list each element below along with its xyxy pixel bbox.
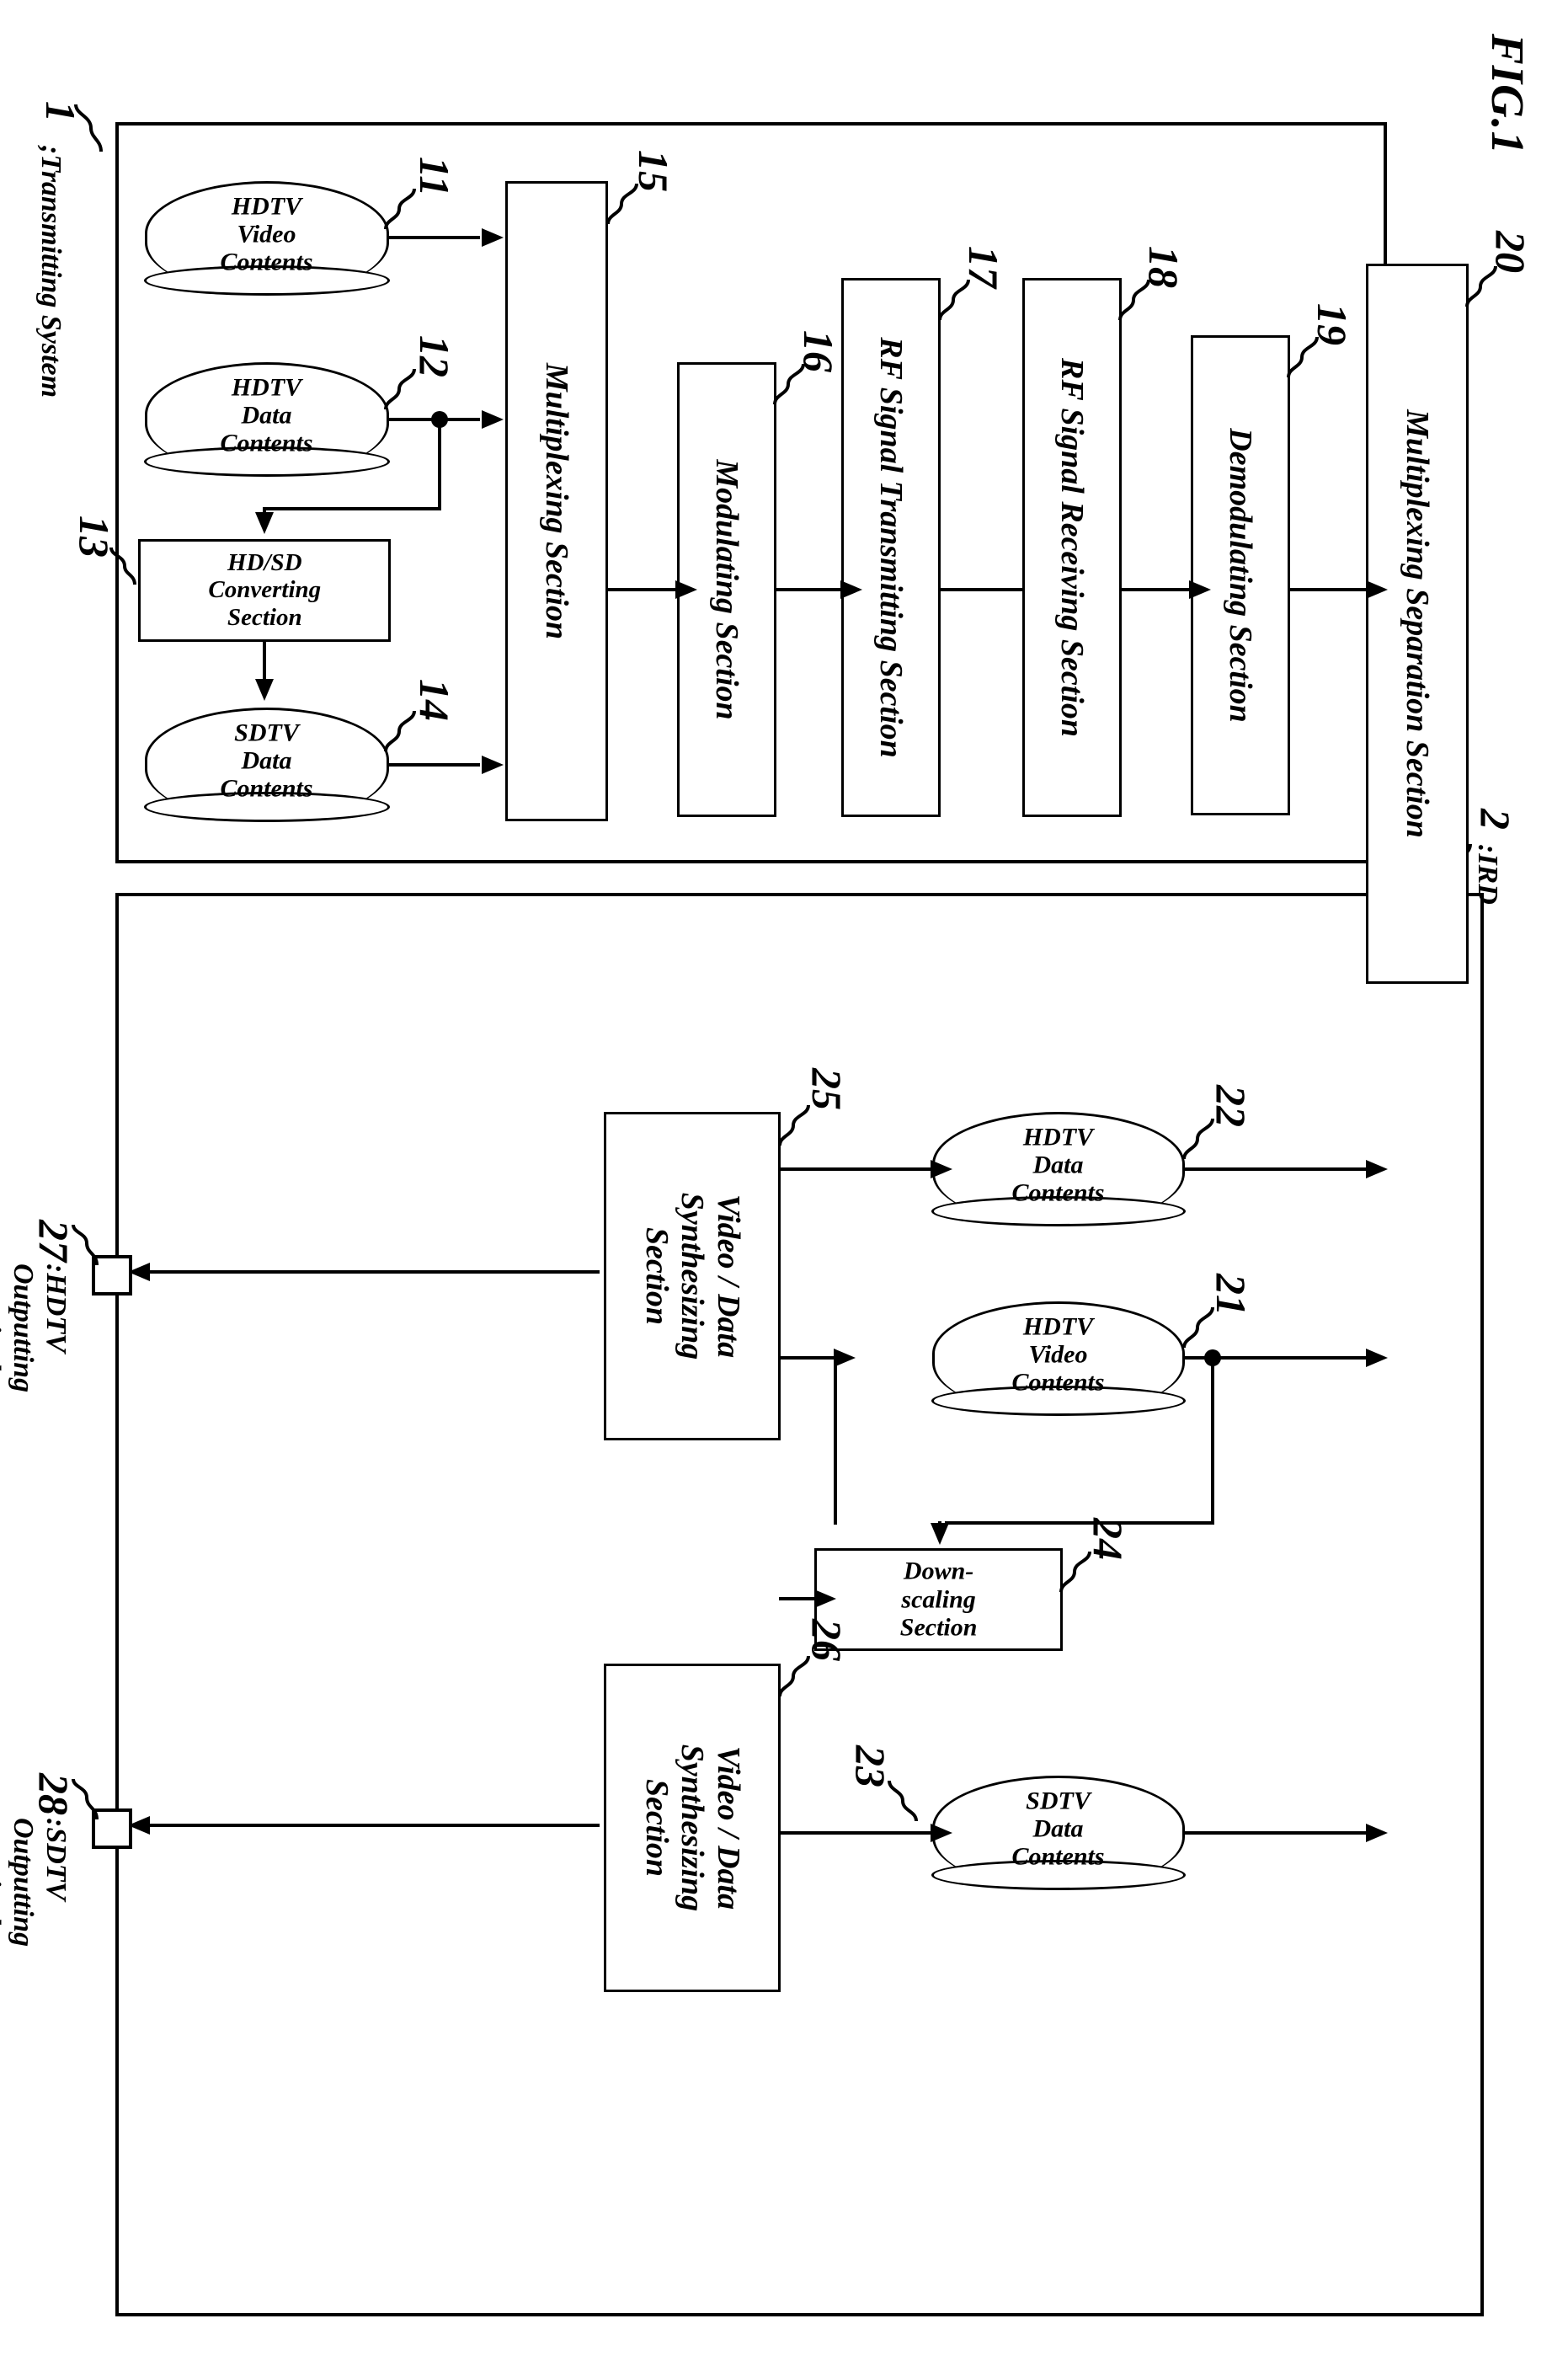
- sdtv-data-contents-ird-label: SDTV Data Contents: [1011, 1787, 1106, 1871]
- conn-11-15: [387, 236, 480, 239]
- conn-12-13-v: [263, 507, 441, 510]
- conn-22-25: [779, 1167, 931, 1171]
- ref-12: 12: [411, 335, 458, 377]
- figure-label: FIG.1: [1482, 34, 1533, 156]
- conn-17-18: [938, 588, 1029, 591]
- leader-12: [382, 367, 416, 411]
- multiplexing-section: Multiplexing Section: [505, 181, 608, 821]
- arrow-21-24: [931, 1523, 949, 1545]
- arrow-13-14: [255, 679, 274, 701]
- video-data-synthesizing-section-sdtv: Video / Data Synthesizing Section: [604, 1664, 781, 1992]
- conn-25-27: [145, 1270, 600, 1274]
- arrow-11-15: [482, 228, 504, 247]
- sdtv-data-contents-source-label: SDTV Data Contents: [220, 719, 314, 803]
- leader-20: [1464, 264, 1497, 308]
- ref-14: 14: [411, 679, 458, 721]
- leader-25: [776, 1103, 810, 1147]
- conn-21-25-v: [779, 1356, 834, 1360]
- leader-24: [1058, 1550, 1091, 1594]
- conn-23-26: [779, 1831, 931, 1835]
- leader-23: [884, 1779, 918, 1823]
- conn-15-16: [606, 588, 675, 591]
- sdtv-data-contents-source: SDTV Data Contents: [144, 708, 390, 822]
- leader-14: [382, 709, 416, 753]
- arrow-21-25: [834, 1349, 856, 1367]
- leader-21: [1181, 1306, 1214, 1349]
- conn-16-17: [774, 588, 841, 591]
- rf-signal-receiving-section: RF Signal Receiving Section: [1022, 278, 1122, 817]
- leader-18: [1117, 278, 1150, 322]
- arrow-24-26: [814, 1589, 836, 1608]
- arrow-23-26: [931, 1824, 952, 1842]
- ref-1-label: ;Transmitting System: [35, 145, 67, 398]
- demodulating-section: Demodulating Section: [1191, 335, 1290, 815]
- hdtv-video-contents-ird-label: HDTV Video Contents: [1011, 1312, 1106, 1397]
- conn-20-22: [1182, 1167, 1366, 1171]
- down-scaling-section: Down-scaling Section: [814, 1548, 1063, 1651]
- sdtv-data-contents-ird: SDTV Data Contents: [931, 1776, 1186, 1890]
- leader-16: [771, 362, 805, 406]
- leader-28: [68, 1777, 99, 1821]
- video-data-synthesizing-section-hdtv: Video / Data Synthesizing Section: [604, 1112, 781, 1440]
- conn-21-25-h: [834, 1356, 837, 1525]
- arrow-14-15: [482, 756, 504, 774]
- conn-24-26-v: [779, 1597, 814, 1600]
- hdtv-data-contents-source-label: HDTV Data Contents: [220, 373, 314, 457]
- hdtv-data-contents-ird: HDTV Data Contents: [931, 1112, 1186, 1226]
- ref-27-label: :HDTV Outputting Terminal: [0, 1263, 72, 1393]
- arrow-20-21: [1366, 1349, 1388, 1367]
- arrow-20-22: [1366, 1160, 1388, 1178]
- multiplexing-separation-section: Multiplexing Separation Section: [1366, 264, 1469, 984]
- conn-21-24-v: [945, 1521, 1214, 1525]
- rf-signal-transmitting-section: RF Signal Transmitting Section: [841, 278, 941, 817]
- ref-2: 2: [1472, 809, 1519, 830]
- ref-28-label: :SDTV Outputting Terminal: [0, 1818, 72, 1947]
- leader-1: [69, 103, 103, 153]
- conn-20-23: [1182, 1831, 1366, 1835]
- demodulating-section-label: Demodulating Section: [1223, 428, 1259, 723]
- hdtv-data-contents-ird-label: HDTV Data Contents: [1011, 1123, 1106, 1207]
- hdtv-video-contents-source: HDTV Video Contents: [144, 181, 390, 296]
- rf-signal-transmitting-section-label: RF Signal Transmitting Section: [873, 337, 909, 758]
- arrow-12-13: [255, 512, 274, 534]
- conn-19-20: [1288, 588, 1366, 591]
- hdtv-video-contents-source-label: HDTV Video Contents: [220, 192, 314, 276]
- arrow-22-25: [931, 1160, 952, 1178]
- arrow-12-15: [482, 410, 504, 429]
- down-scaling-section-label: Down-scaling Section: [899, 1557, 978, 1642]
- arrow-16-17: [840, 580, 862, 599]
- conn-14-15: [387, 763, 480, 767]
- arrow-15-16: [675, 580, 697, 599]
- leader-26: [776, 1654, 810, 1698]
- rf-signal-receiving-section-label: RF Signal Receiving Section: [1054, 357, 1091, 738]
- leader-17: [936, 278, 970, 322]
- conn-26-28: [145, 1824, 600, 1827]
- conn-12-13-h: [438, 418, 441, 510]
- video-data-synthesizing-section-hdtv-label: Video / Data Synthesizing Section: [638, 1192, 746, 1360]
- leader-15: [605, 182, 638, 226]
- leader-13: [106, 546, 136, 586]
- ref-2-label: :IRD: [1472, 844, 1503, 905]
- leader-27: [68, 1223, 99, 1267]
- conn-18-19: [1122, 588, 1189, 591]
- figure-canvas: FIG.1 1 ;Transmitting System 2 :IRD HDTV…: [0, 0, 1568, 2372]
- multiplexing-separation-section-label: Multiplexing Separation Section: [1400, 409, 1436, 838]
- hdtv-data-contents-source: HDTV Data Contents: [144, 362, 390, 477]
- conn-21-24-h: [1211, 1356, 1214, 1525]
- arrow-18-19: [1189, 580, 1211, 599]
- hd-sd-converting-section-label: HD/SD Converting Section: [208, 549, 321, 632]
- hdtv-video-contents-ird: HDTV Video Contents: [931, 1301, 1186, 1416]
- conn-13-14: [263, 642, 266, 684]
- ref-11: 11: [411, 157, 458, 197]
- video-data-synthesizing-section-sdtv-label: Video / Data Synthesizing Section: [638, 1744, 746, 1912]
- arrow-20-23: [1366, 1824, 1388, 1842]
- hd-sd-converting-section: HD/SD Converting Section: [138, 539, 391, 642]
- leader-11: [382, 187, 416, 231]
- multiplexing-section-label: Multiplexing Section: [539, 362, 575, 640]
- leader-19: [1285, 335, 1319, 379]
- leader-22: [1181, 1117, 1214, 1161]
- arrow-19-20: [1366, 580, 1388, 599]
- modulating-section-label: Modulating Section: [709, 459, 745, 720]
